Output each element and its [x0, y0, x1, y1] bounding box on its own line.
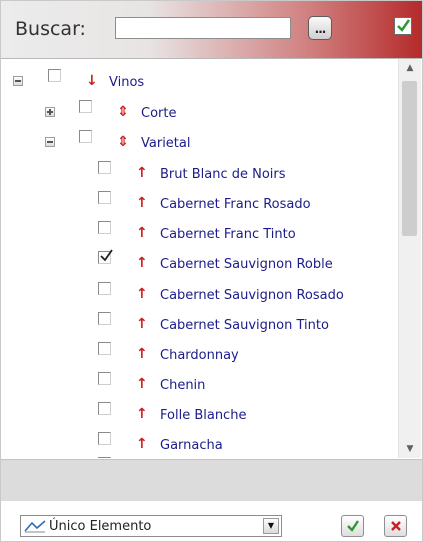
check-icon	[346, 520, 359, 532]
collapse-icon[interactable]	[13, 76, 23, 86]
tree-leaf-label[interactable]: Cabernet Sauvignon Rosado	[160, 288, 344, 303]
tree-node-vinos[interactable]: ↓ Vinos	[1, 69, 301, 97]
chart-line-icon	[24, 520, 46, 533]
sort-up-icon: ↑	[136, 346, 148, 362]
tree-leaf-label[interactable]: Chardonnay	[160, 348, 239, 363]
checkbox[interactable]	[79, 130, 92, 143]
sort-up-icon: ↑	[136, 165, 148, 181]
checkbox[interactable]	[48, 69, 61, 82]
checkbox[interactable]	[98, 191, 111, 204]
sort-updown-icon: ⇕	[117, 104, 129, 120]
tree-leaf-item[interactable]: ↑ Garnacha	[1, 432, 397, 458]
checkbox[interactable]	[79, 100, 92, 113]
checkbox	[98, 457, 111, 458]
mode-select[interactable]: Único Elemento ▼	[20, 515, 282, 537]
close-icon	[390, 521, 401, 531]
checkbox[interactable]	[98, 312, 111, 325]
tree-leaf-label[interactable]: Brut Blanc de Noirs	[160, 167, 286, 182]
checkbox[interactable]	[98, 221, 111, 234]
sort-up-icon: ↑	[136, 376, 148, 392]
vertical-scrollbar[interactable]: ▲ ▼	[398, 59, 421, 458]
tree-leaf-item[interactable]: ↑ Cabernet Sauvignon Roble	[1, 249, 397, 279]
sort-up-icon: ↑	[136, 286, 148, 302]
tree-node-varietal[interactable]: ⇕ Varietal	[1, 130, 301, 158]
tree-leaf-label[interactable]: Cabernet Franc Rosado	[160, 197, 311, 212]
expand-icon[interactable]	[45, 107, 55, 117]
checkbox[interactable]	[98, 161, 111, 174]
search-button[interactable]: ...	[308, 16, 332, 40]
sort-up-icon: ↑	[136, 436, 148, 452]
tree-view: ↓ Vinos ⇕ Corte ⇕ Varietal ↑ Brut Blanc …	[1, 59, 397, 458]
checkbox[interactable]	[98, 372, 111, 385]
sort-down-icon: ↓	[86, 73, 98, 89]
filter-panel: Buscar: ... ↓ Vinos ⇕ Corte ⇕ Varietal ↑…	[0, 0, 423, 542]
sort-up-icon: ↑	[136, 195, 148, 211]
tree-leaf-label[interactable]: Cabernet Franc Tinto	[160, 227, 296, 242]
sort-up-icon: ↑	[136, 225, 148, 241]
check-all-icon[interactable]	[394, 17, 412, 35]
tree-leaf-item[interactable]: ↑ Chardonnay	[1, 342, 397, 370]
checkbox[interactable]	[98, 402, 111, 415]
search-header: Buscar: ...	[1, 1, 422, 59]
chevron-down-icon[interactable]: ▼	[263, 518, 279, 534]
status-bar	[1, 459, 422, 502]
collapse-icon[interactable]	[45, 137, 55, 147]
tree-leaf-label[interactable]: Garnacha	[160, 438, 223, 453]
checkbox[interactable]	[98, 432, 111, 445]
tree-leaf-item[interactable]: ↑ Folle Blanche	[1, 402, 397, 430]
tree-leaf-label[interactable]: Cabernet Sauvignon Roble	[160, 257, 333, 272]
checkbox[interactable]	[98, 342, 111, 355]
accept-button[interactable]	[341, 515, 364, 537]
tree-node-label[interactable]: Vinos	[109, 75, 144, 90]
scroll-up-icon[interactable]: ▲	[399, 59, 421, 77]
scrollbar-thumb[interactable]	[402, 81, 417, 236]
tree-leaf-item[interactable]: ↑ Cabernet Sauvignon Rosado	[1, 282, 397, 310]
checkbox-checked[interactable]	[98, 249, 113, 264]
tree-leaf-label[interactable]: Chenin	[160, 378, 205, 393]
tree-leaf-item-partial	[1, 457, 397, 458]
tree-leaf-item[interactable]: ↑ Cabernet Sauvignon Tinto	[1, 312, 397, 340]
sort-updown-icon: ⇕	[117, 134, 129, 150]
tree-leaf-item[interactable]: ↑ Cabernet Franc Rosado	[1, 191, 397, 219]
mode-select-value: Único Elemento	[49, 519, 152, 534]
scroll-down-icon[interactable]: ▼	[399, 440, 421, 458]
tree-leaf-label[interactable]: Folle Blanche	[160, 408, 246, 423]
search-label: Buscar:	[15, 18, 86, 40]
cancel-button[interactable]	[384, 515, 407, 537]
search-input[interactable]	[115, 17, 291, 39]
sort-up-icon: ↑	[136, 255, 148, 271]
tree-leaf-item[interactable]: ↑ Chenin	[1, 372, 397, 400]
tree-node-corte[interactable]: ⇕ Corte	[1, 100, 301, 128]
tree-node-label[interactable]: Varietal	[141, 136, 190, 151]
sort-up-icon: ↑	[136, 406, 148, 422]
footer: Único Elemento ▼	[1, 501, 422, 541]
checkmark-icon	[100, 249, 113, 262]
tree-leaf-label[interactable]: Cabernet Sauvignon Tinto	[160, 318, 329, 333]
tree-leaf-item[interactable]: ↑ Brut Blanc de Noirs	[1, 161, 397, 189]
tree-leaf-item[interactable]: ↑ Cabernet Franc Tinto	[1, 221, 397, 249]
checkbox[interactable]	[98, 282, 111, 295]
tree-node-label[interactable]: Corte	[141, 106, 176, 121]
sort-up-icon: ↑	[136, 316, 148, 332]
